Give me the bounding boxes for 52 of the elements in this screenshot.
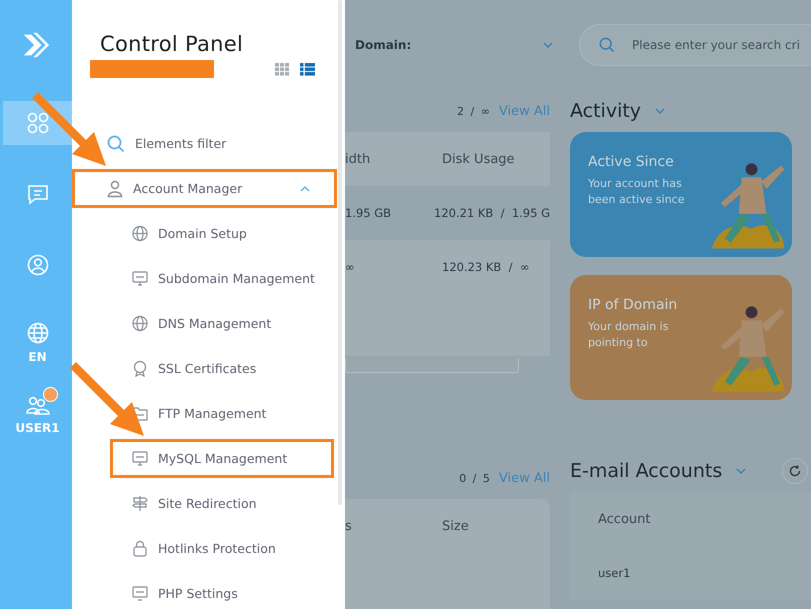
user-icon [107,180,123,198]
chevron-down-icon [736,468,746,474]
chevron-down-icon [655,108,666,114]
menu-item[interactable]: Hotlinks Protection [110,529,334,568]
column-header: Size [442,518,469,534]
table-cell-text: 1.95 GB [345,206,392,220]
globe-icon [132,225,148,242]
badge-icon [132,360,148,377]
refresh-button[interactable] [782,458,808,484]
card-text: Your account has been active since [588,176,686,208]
refresh-icon [789,465,801,477]
menu-item[interactable]: PHP Settings [110,574,334,609]
count-text: 0 / 5 [459,472,490,484]
section-title: Activity [570,100,642,122]
card-text: Your domain is pointing to [588,319,670,351]
section-title: E-mail Accounts [570,460,722,482]
menu-item[interactable]: Subdomain Management [110,259,334,298]
lock-icon [132,540,148,557]
table-cell: 120.23 KB / ∞ [442,260,530,274]
globe-icon [26,322,48,344]
card-title: Active Since [588,154,675,170]
menu-item[interactable]: DNS Management [110,304,334,343]
menu-item[interactable]: SSL Certificates [110,349,334,388]
table-cell: 120.21 KB / 1.95 G [434,206,550,220]
card-title: IP of Domain [588,297,678,313]
signpost-icon [132,495,148,512]
search-icon [107,134,125,152]
column-header: s [345,518,353,534]
column-header: Disk Usage [442,152,515,166]
menu-item[interactable]: Domain Setup [110,214,334,253]
profile-icon [26,254,48,276]
chat-icon [26,183,48,205]
column-header: idth [345,152,372,166]
list-view-icon[interactable] [300,62,315,76]
grid-view-icon[interactable] [275,62,290,76]
column-header: Account [597,512,650,526]
panel-title: Control Panel [100,32,244,56]
domain-dropdown[interactable]: Domain: [345,38,553,52]
monitor-icon [132,450,148,467]
globe-icon [132,315,148,332]
count-text: 2 / ∞ [457,104,490,118]
monitor-icon [132,270,148,287]
table-cell-text: ∞ [345,260,356,274]
apps-icon [26,112,48,134]
menu-item[interactable]: Site Redirection [110,484,334,523]
scrollbar[interactable] [345,358,519,373]
search-field[interactable]: Please enter your search cri [579,24,811,66]
search-icon [599,37,615,53]
chevron-down-icon [543,42,553,48]
users-icon [26,395,50,415]
elements-filter[interactable]: Elements filter [72,124,337,163]
table-cell-text: user1 [597,566,630,580]
